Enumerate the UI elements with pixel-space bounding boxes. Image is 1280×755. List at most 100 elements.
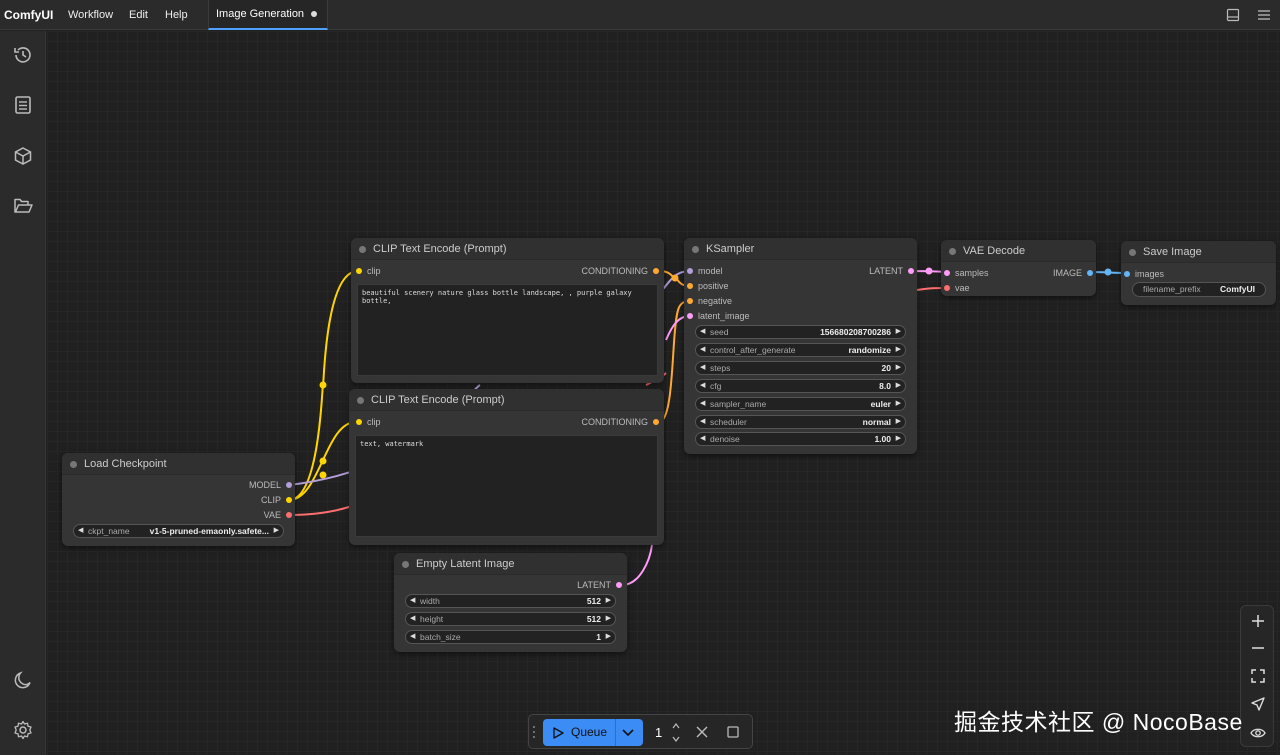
- output-pin-icon[interactable]: [286, 512, 292, 518]
- widget-seed[interactable]: ◀ seed 156680208700286 ▶: [695, 325, 906, 339]
- decrement-arrow-icon[interactable]: ◀: [700, 380, 705, 392]
- input-pin-icon[interactable]: [356, 419, 362, 425]
- stop-square-icon[interactable]: [726, 725, 740, 739]
- collapse-dot-icon[interactable]: [949, 248, 956, 255]
- increment-arrow-icon[interactable]: ▶: [896, 326, 901, 338]
- input-pin-icon[interactable]: [944, 270, 950, 276]
- fit-view-icon[interactable]: [1249, 667, 1267, 685]
- output-pin-icon[interactable]: [616, 582, 622, 588]
- input-slot-vae[interactable]: vae: [941, 282, 970, 294]
- node-title-bar[interactable]: CLIP Text Encode (Prompt): [351, 238, 664, 260]
- menu-workflow[interactable]: Workflow: [68, 0, 113, 30]
- widget-height[interactable]: ◀ height 512 ▶: [405, 612, 616, 626]
- cube-icon[interactable]: [12, 145, 34, 167]
- node-load-checkpoint[interactable]: Load Checkpoint MODEL CLIP VAE ◀ ckpt_na…: [62, 453, 295, 546]
- history-icon[interactable]: [12, 44, 34, 66]
- output-pin-icon[interactable]: [908, 268, 914, 274]
- output-pin-icon[interactable]: [1087, 270, 1093, 276]
- decrement-arrow-icon[interactable]: ◀: [700, 362, 705, 374]
- decrement-arrow-icon[interactable]: ◀: [700, 433, 705, 445]
- prompt-textarea[interactable]: text, watermark: [355, 435, 658, 537]
- menu-help[interactable]: Help: [165, 0, 188, 30]
- decrement-arrow-icon[interactable]: ◀: [700, 344, 705, 356]
- input-pin-icon[interactable]: [1124, 271, 1130, 277]
- widget-filename-prefix[interactable]: filename_prefix ComfyUI: [1132, 282, 1266, 297]
- input-slot-positive[interactable]: positive: [684, 280, 729, 292]
- decrement-arrow-icon[interactable]: ◀: [78, 525, 83, 537]
- decrement-arrow-icon[interactable]: ◀: [410, 595, 415, 607]
- input-slot-latent-image[interactable]: latent_image: [684, 310, 750, 322]
- moon-icon[interactable]: [12, 669, 34, 691]
- input-pin-icon[interactable]: [687, 298, 693, 304]
- input-slot-samples[interactable]: samples: [941, 267, 989, 279]
- eye-icon[interactable]: [1249, 724, 1267, 742]
- widget-control-after-generate[interactable]: ◀ control_after_generate randomize ▶: [695, 343, 906, 357]
- increment-arrow-icon[interactable]: ▶: [896, 398, 901, 410]
- collapse-dot-icon[interactable]: [359, 246, 366, 253]
- chevron-down-icon[interactable]: [621, 727, 635, 739]
- node-title-bar[interactable]: Load Checkpoint: [62, 453, 295, 475]
- increment-arrow-icon[interactable]: ▶: [896, 344, 901, 356]
- input-slot-images[interactable]: images: [1121, 268, 1164, 280]
- widget-ckpt-name[interactable]: ◀ ckpt_name v1-5-pruned-emaonly.safete..…: [73, 524, 284, 538]
- input-slot-clip[interactable]: clip: [353, 265, 381, 277]
- input-slot-clip[interactable]: clip: [353, 416, 381, 428]
- decrement-arrow-icon[interactable]: ◀: [700, 326, 705, 338]
- increment-arrow-icon[interactable]: ▶: [896, 362, 901, 374]
- increment-arrow-icon[interactable]: ▶: [896, 416, 901, 428]
- workflow-tab[interactable]: Image Generation: [208, 0, 328, 30]
- output-slot-latent[interactable]: LATENT: [577, 579, 625, 591]
- collapse-dot-icon[interactable]: [692, 246, 699, 253]
- prompt-textarea[interactable]: beautiful scenery nature glass bottle la…: [357, 284, 658, 376]
- widget-sampler-name[interactable]: ◀ sampler_name euler ▶: [695, 397, 906, 411]
- batch-count-input[interactable]: 1: [651, 719, 689, 746]
- output-pin-icon[interactable]: [653, 419, 659, 425]
- node-vae-decode[interactable]: VAE Decode samples vae IMAGE: [941, 240, 1096, 296]
- output-slot-conditioning[interactable]: CONDITIONING: [582, 265, 663, 277]
- decrement-arrow-icon[interactable]: ◀: [410, 631, 415, 643]
- zoom-out-icon[interactable]: [1249, 639, 1267, 657]
- node-title-bar[interactable]: KSampler: [684, 238, 917, 260]
- increment-arrow-icon[interactable]: ▶: [896, 380, 901, 392]
- collapse-dot-icon[interactable]: [402, 561, 409, 568]
- output-pin-icon[interactable]: [286, 482, 292, 488]
- input-slot-model[interactable]: model: [684, 265, 723, 277]
- widget-cfg[interactable]: ◀ cfg 8.0 ▶: [695, 379, 906, 393]
- queue-button[interactable]: Queue: [543, 719, 643, 746]
- output-slot-clip[interactable]: CLIP: [261, 494, 295, 506]
- widget-denoise[interactable]: ◀ denoise 1.00 ▶: [695, 432, 906, 446]
- output-pin-icon[interactable]: [286, 497, 292, 503]
- widget-width[interactable]: ◀ width 512 ▶: [405, 594, 616, 608]
- node-ksampler[interactable]: KSampler model positive negative latent_…: [684, 238, 917, 454]
- decrement-arrow-icon[interactable]: ◀: [700, 416, 705, 428]
- node-title-bar[interactable]: Empty Latent Image: [394, 553, 627, 575]
- output-slot-model[interactable]: MODEL: [249, 479, 295, 491]
- increment-arrow-icon[interactable]: ▶: [606, 631, 611, 643]
- node-empty-latent-image[interactable]: Empty Latent Image LATENT ◀ width 512 ▶ …: [394, 553, 627, 652]
- output-slot-conditioning[interactable]: CONDITIONING: [582, 416, 663, 428]
- decrement-arrow-icon[interactable]: ◀: [410, 613, 415, 625]
- increment-arrow-icon[interactable]: ▶: [606, 595, 611, 607]
- bottom-panel-icon[interactable]: [1226, 8, 1240, 22]
- output-slot-vae[interactable]: VAE: [264, 509, 295, 521]
- node-title-bar[interactable]: VAE Decode: [941, 240, 1096, 262]
- zoom-in-icon[interactable]: [1249, 612, 1267, 630]
- node-save-image[interactable]: Save Image images filename_prefix ComfyU…: [1121, 241, 1276, 305]
- input-pin-icon[interactable]: [687, 313, 693, 319]
- decrement-arrow-icon[interactable]: ◀: [700, 398, 705, 410]
- increment-arrow-icon[interactable]: ▶: [274, 525, 279, 537]
- menu-edit[interactable]: Edit: [129, 0, 148, 30]
- increment-arrow-icon[interactable]: ▶: [606, 613, 611, 625]
- output-slot-image[interactable]: IMAGE: [1053, 267, 1096, 279]
- widget-batch-size[interactable]: ◀ batch_size 1 ▶: [405, 630, 616, 644]
- node-title-bar[interactable]: Save Image: [1121, 241, 1276, 263]
- input-pin-icon[interactable]: [944, 285, 950, 291]
- increment-arrow-icon[interactable]: ▶: [896, 433, 901, 445]
- unsaved-dot-icon[interactable]: [311, 11, 317, 17]
- select-pointer-icon[interactable]: [1249, 695, 1267, 713]
- drag-handle-icon[interactable]: [531, 725, 537, 739]
- widget-scheduler[interactable]: ◀ scheduler normal ▶: [695, 415, 906, 429]
- close-icon[interactable]: [695, 725, 709, 739]
- collapse-dot-icon[interactable]: [357, 397, 364, 404]
- hamburger-menu-icon[interactable]: [1257, 8, 1271, 22]
